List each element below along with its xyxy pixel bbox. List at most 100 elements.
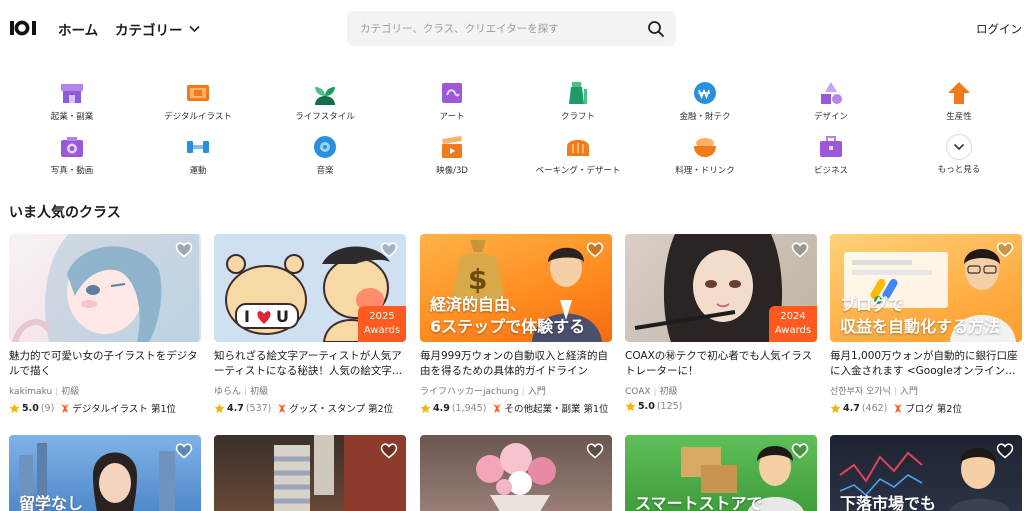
category-more-button[interactable]: もっと見る <box>914 133 1004 175</box>
top-navigation: ホーム カテゴリー カテゴリー、クラス、クリエイターを探す ログイン <box>0 0 1024 58</box>
heart-icon[interactable] <box>791 241 809 259</box>
rating-count: (462) <box>861 402 888 414</box>
ribbon-icon <box>493 403 502 413</box>
class-rating: 4.7 (537) グッズ・スタンプ 第2位 <box>214 401 406 415</box>
class-card[interactable]: $ 経済的自由、 6ステップで体験する 毎月999万ウォンの自動収入と経済的自由を… <box>420 234 612 415</box>
class-thumbnail[interactable]: $ 経済的自由、 6ステップで体験する <box>420 234 612 342</box>
creator-name[interactable]: kakimaku <box>9 387 52 397</box>
class-level: 入門 <box>527 387 546 397</box>
class-title[interactable]: 知られざる絵文字アーティストが人気アーティストになる秘訣！人気の絵文字… <box>214 349 406 379</box>
class-title[interactable]: 毎月999万ウォンの自動収入と経済的自由を得るための具体的ガイドライン <box>420 349 612 379</box>
meta-divider: | <box>653 387 657 397</box>
login-link[interactable]: ログイン <box>976 21 1022 37</box>
heart-icon[interactable] <box>586 442 604 460</box>
svg-text:$: $ <box>468 263 487 296</box>
svg-text:I: I <box>244 307 250 326</box>
class-card[interactable]: 下落市場でも <box>830 435 1022 511</box>
class-card[interactable] <box>214 435 406 511</box>
chevron-down-icon <box>188 25 200 33</box>
heart-icon[interactable] <box>175 241 193 259</box>
class-level: 初級 <box>61 387 80 397</box>
creator-name[interactable]: ライフハッカーjachung <box>420 387 519 397</box>
thumbnail-caption: 経済的自由、 6ステップで体験する <box>430 294 585 338</box>
class-card[interactable]: スマートストアで <box>625 435 817 511</box>
heart-icon[interactable] <box>380 241 398 259</box>
class-thumbnail[interactable]: スマートストアで <box>625 435 817 511</box>
class-card[interactable] <box>420 435 612 511</box>
heart-icon[interactable] <box>175 442 193 460</box>
nav-category-dropdown[interactable]: カテゴリー <box>115 19 200 39</box>
heart-icon[interactable] <box>586 241 604 259</box>
sprout-icon <box>315 87 335 105</box>
category-digital-illust[interactable]: デジタルイラスト <box>153 79 243 122</box>
class-thumbnail[interactable] <box>420 435 612 511</box>
disc-icon <box>314 136 336 158</box>
creator-name[interactable]: 선한부자 오가닉 <box>830 387 891 397</box>
creator-name[interactable]: ゆらん <box>214 387 241 397</box>
category-label: デジタルイラスト <box>164 112 232 122</box>
creator-name[interactable]: COAX <box>625 387 651 397</box>
class-title[interactable]: 魅力的で可愛い女の子イラストをデジタルで描く <box>9 349 201 379</box>
class-title[interactable]: 毎月1,000万ウォンが自動的に銀行口座に入金されます <Googleオンライン… <box>830 349 1022 379</box>
category-label: 音楽 <box>316 166 334 176</box>
nav-home[interactable]: ホーム <box>58 19 98 39</box>
category-craft[interactable]: クラフト <box>533 79 623 122</box>
category-design[interactable]: デザイン <box>786 79 876 122</box>
meta-divider: | <box>893 387 897 397</box>
class-title[interactable]: COAXの㊙テクで初心者でも人気イラストレーターに！ <box>625 349 817 379</box>
category-baking[interactable]: ベーキング・デザート <box>533 133 623 176</box>
category-lifestyle[interactable]: ライフスタイル <box>280 79 370 122</box>
category-business[interactable]: ビジネス <box>786 133 876 176</box>
class-thumbnail[interactable]: 2024 Awards <box>625 234 817 342</box>
class-thumbnail[interactable]: 留学なし <box>9 435 201 511</box>
class-thumbnail[interactable]: I U 2025 Awards <box>214 234 406 342</box>
thumbnail-caption: 下落市場でも <box>840 494 937 511</box>
bowl-icon <box>694 138 716 157</box>
category-productivity[interactable]: 生産性 <box>914 79 1004 122</box>
meta-divider: | <box>521 387 525 397</box>
heart-icon[interactable] <box>996 442 1014 460</box>
category-label: 写真・動画 <box>50 166 94 176</box>
caption-line: 経済的自由、 <box>430 295 527 314</box>
logo[interactable] <box>10 20 40 36</box>
search-input[interactable]: カテゴリー、クラス、クリエイターを探す <box>360 21 559 36</box>
category-exercise[interactable]: 運動 <box>153 133 243 176</box>
class-meta: kakimaku | 初級 <box>9 384 201 397</box>
class-card[interactable]: 魅力的で可愛い女の子イラストをデジタルで描く kakimaku | 初級 5.0 (… <box>9 234 201 415</box>
category-art[interactable]: アート <box>407 79 497 122</box>
category-finance[interactable]: 金融・財テク <box>660 79 750 122</box>
class-card[interactable]: ブログで 収益を自動化する方法 毎月1,000万ウォンが自動的に銀行口座に入金され… <box>830 234 1022 415</box>
heart-icon[interactable] <box>791 442 809 460</box>
class-card[interactable]: 2024 Awards COAXの㊙テクで初心者でも人気イラストレーターに！ CO… <box>625 234 817 412</box>
class-thumbnail[interactable] <box>214 435 406 511</box>
bread-icon <box>567 140 589 156</box>
class-card[interactable]: I U 2025 Awards 知られざる絵文字アーティストが人気アーティストにな… <box>214 234 406 415</box>
class-thumbnail[interactable]: ブログで 収益を自動化する方法 <box>830 234 1022 342</box>
arrow-up-icon <box>948 82 970 104</box>
star-icon <box>830 403 841 413</box>
class-card[interactable]: 留学なし <box>9 435 201 511</box>
paint-jar-icon <box>569 82 587 104</box>
category-label: アート <box>439 112 465 122</box>
rating-value: 5.0 <box>638 401 655 412</box>
search-bar[interactable]: カテゴリー、クラス、クリエイターを探す <box>347 11 676 46</box>
class-thumbnail[interactable]: 下落市場でも <box>830 435 1022 511</box>
class-thumbnail[interactable] <box>9 234 201 342</box>
category-startup[interactable]: 起業・副業 <box>27 79 117 122</box>
heart-icon[interactable] <box>380 442 398 460</box>
rank-label: その他起業・副業 第1位 <box>504 404 609 415</box>
category-label: ビジネス <box>813 166 848 176</box>
category-cooking[interactable]: 料理・ドリンク <box>660 133 750 176</box>
search-icon[interactable] <box>647 20 665 38</box>
clapperboard-icon <box>442 136 462 158</box>
heart-icon[interactable] <box>996 241 1014 259</box>
category-video-3d[interactable]: 映像/3D <box>407 133 497 176</box>
star-icon <box>9 403 20 413</box>
category-label: 映像/3D <box>436 166 468 176</box>
illustration-socks <box>274 435 406 511</box>
category-photo-video[interactable]: 写真・動画 <box>27 133 117 176</box>
category-label: 料理・ドリンク <box>675 166 735 176</box>
class-level: 初級 <box>250 387 269 397</box>
section-title: いま人気のクラス <box>9 205 121 221</box>
category-music[interactable]: 音楽 <box>280 133 370 176</box>
